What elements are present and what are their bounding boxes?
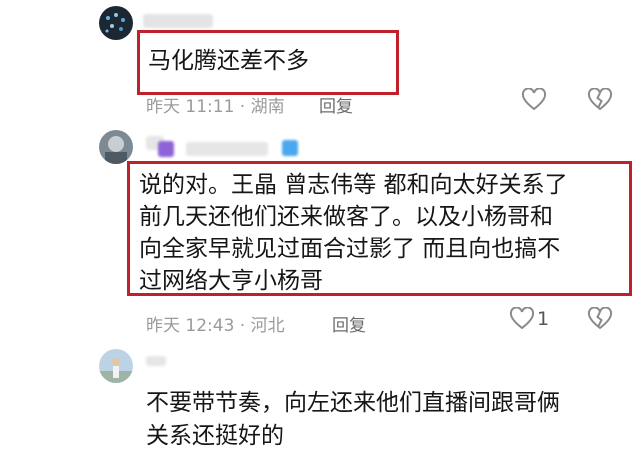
reply-button[interactable]: 回复 <box>319 92 353 117</box>
blurred-username <box>146 356 166 366</box>
blurred-badge <box>282 140 298 156</box>
heart-icon[interactable] <box>509 307 535 331</box>
comment-time-location: 昨天 11:11 · 湖南 <box>146 97 285 117</box>
comment-time-location: 昨天 12:43 · 河北 <box>146 316 285 336</box>
avatar-image <box>99 358 133 383</box>
avatar-image <box>105 13 125 33</box>
comment-line: 过网络大亨小杨哥 <box>139 268 323 294</box>
comment-line: 前几天还他们还来做客了。以及小杨哥和 <box>139 204 553 230</box>
reply-button[interactable]: 回复 <box>332 311 366 336</box>
comment-line: 不要带节奏，向左还来他们直播间跟哥俩 <box>146 390 560 416</box>
heart-icon[interactable] <box>521 88 547 112</box>
like-count: 1 <box>537 308 550 330</box>
comment-line: 向全家早就见过面合过影了 而且向也搞不 <box>139 236 561 262</box>
comment-line: 说的对。王晶 曾志伟等 都和向太好关系了 <box>139 172 568 198</box>
comment-line: 关系还挺好的 <box>146 423 284 449</box>
avatar[interactable] <box>99 6 133 40</box>
blurred-badge <box>158 141 174 157</box>
avatar[interactable] <box>99 349 133 383</box>
comment-text: 马化腾还差不多 <box>148 48 309 74</box>
avatar-image <box>105 136 127 164</box>
blurred-username <box>143 14 213 28</box>
broken-heart-icon[interactable] <box>587 88 613 112</box>
blurred-username <box>186 142 268 156</box>
avatar[interactable] <box>99 130 133 164</box>
broken-heart-icon[interactable] <box>587 307 613 331</box>
